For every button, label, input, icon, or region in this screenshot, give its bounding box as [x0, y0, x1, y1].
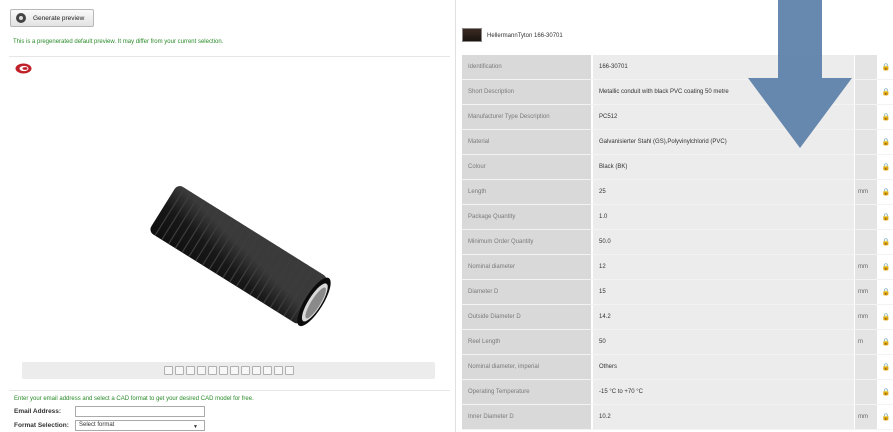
attribute-value: 14.2	[593, 305, 854, 329]
attribute-unit: mm	[855, 305, 877, 329]
attribute-label: Material	[462, 130, 591, 154]
iso-view-icon[interactable]	[240, 366, 250, 375]
lock-icon[interactable]: 🔒	[878, 255, 893, 279]
table-row: Outside Diameter D 14.2 mm 🔒	[462, 305, 893, 330]
preview-panel: Generate preview This is a pregenerated …	[0, 0, 452, 432]
lock-icon[interactable]: 🔒	[878, 330, 893, 354]
section-icon[interactable]	[262, 366, 272, 375]
3d-viewer[interactable]	[10, 58, 451, 388]
attribute-value: 12	[593, 255, 854, 279]
attribute-unit	[855, 230, 877, 254]
zoom-icon[interactable]	[174, 366, 184, 375]
attribute-label: Operating Temperature	[462, 380, 591, 404]
divider	[9, 390, 450, 391]
product-thumbnail	[462, 28, 482, 42]
attribute-unit: m	[855, 330, 877, 354]
attribute-unit: mm	[855, 280, 877, 304]
pan-icon[interactable]	[185, 366, 195, 375]
attribute-value: 15	[593, 280, 854, 304]
front-view-icon[interactable]	[207, 366, 217, 375]
attribute-value: Others	[593, 355, 854, 379]
attribute-value: 1.0	[593, 205, 854, 229]
viewer-toolbar	[22, 362, 435, 379]
attribute-label: Inner Diameter D	[462, 405, 591, 429]
table-row: Length 25 mm 🔒	[462, 180, 893, 205]
table-row: Colour Black (BK) 🔒	[462, 155, 893, 180]
attribute-unit	[855, 380, 877, 404]
attribute-value: 25	[593, 180, 854, 204]
measure-icon[interactable]	[251, 366, 261, 375]
table-row: Inner Diameter D 10.2 mm 🔒	[462, 405, 893, 430]
attribute-value: 10.2	[593, 405, 854, 429]
attribute-unit	[855, 205, 877, 229]
lock-icon[interactable]: 🔒	[878, 105, 893, 129]
refresh-icon	[16, 13, 26, 23]
lock-icon[interactable]: 🔒	[878, 180, 893, 204]
attribute-value: Black (BK)	[593, 155, 854, 179]
attribute-label: Short Description	[462, 80, 591, 104]
lock-icon[interactable]: 🔒	[878, 305, 893, 329]
email-label: Email Address:	[14, 408, 62, 415]
attribute-label: Reel Length	[462, 330, 591, 354]
chevron-down-icon: ▼	[193, 424, 198, 430]
lock-icon[interactable]: 🔒	[878, 205, 893, 229]
lock-icon[interactable]: 🔒	[878, 155, 893, 179]
generate-preview-button[interactable]: Generate preview	[10, 9, 94, 27]
lock-icon[interactable]: 🔒	[878, 130, 893, 154]
table-row: Package Quantity 1.0 🔒	[462, 205, 893, 230]
lock-icon[interactable]: 🔒	[878, 80, 893, 104]
lock-icon[interactable]: 🔒	[878, 280, 893, 304]
attribute-label: Outside Diameter D	[462, 305, 591, 329]
attribute-unit	[855, 155, 877, 179]
attribute-label: Diameter D	[462, 280, 591, 304]
generate-preview-label: Generate preview	[33, 14, 85, 22]
reset-icon[interactable]	[284, 366, 294, 375]
email-input[interactable]	[75, 406, 205, 417]
table-row: Operating Temperature -15 °C to +70 °C 🔒	[462, 380, 893, 405]
attribute-unit: mm	[855, 180, 877, 204]
format-select[interactable]: Select format ▼	[75, 420, 205, 431]
lock-icon[interactable]: 🔒	[878, 380, 893, 404]
divider	[9, 56, 450, 57]
conduit-3d-model	[150, 186, 331, 327]
attribute-unit: mm	[855, 405, 877, 429]
attribute-value: -15 °C to +70 °C	[593, 380, 854, 404]
side-view-icon[interactable]	[229, 366, 239, 375]
lock-icon[interactable]: 🔒	[878, 405, 893, 429]
top-view-icon[interactable]	[218, 366, 228, 375]
lock-icon[interactable]: 🔒	[878, 230, 893, 254]
format-select-value: Select format	[79, 422, 115, 428]
attribute-label: Length	[462, 180, 591, 204]
table-row: Nominal diameter, imperial Others 🔒	[462, 355, 893, 380]
attribute-unit	[855, 355, 877, 379]
help-icon[interactable]	[196, 366, 206, 375]
zoom-fit-icon[interactable]	[163, 366, 173, 375]
lock-icon[interactable]: 🔒	[878, 355, 893, 379]
attribute-label: Nominal diameter	[462, 255, 591, 279]
attribute-label: Colour	[462, 155, 591, 179]
lock-icon[interactable]: 🔒	[878, 55, 893, 79]
product-title: HellermannTyton 166-30701	[487, 33, 563, 39]
attribute-label: Identification	[462, 55, 591, 79]
attribute-label: Manufacturer Type Description	[462, 105, 591, 129]
attribute-label: Nominal diameter, imperial	[462, 355, 591, 379]
table-row: Nominal diameter 12 mm 🔒	[462, 255, 893, 280]
attribute-value: 50	[593, 330, 854, 354]
preview-note: This is a pregenerated default preview. …	[13, 39, 224, 45]
attribute-label: Minimum Order Quantity	[462, 230, 591, 254]
attribute-unit: mm	[855, 255, 877, 279]
attribute-label: Package Quantity	[462, 205, 591, 229]
attribute-value: 50.0	[593, 230, 854, 254]
table-row: Reel Length 50 m 🔒	[462, 330, 893, 355]
rotate-icon[interactable]	[273, 366, 283, 375]
format-label: Format Selection:	[14, 422, 69, 429]
email-info-text: Enter your email address and select a CA…	[14, 396, 254, 402]
table-row: Minimum Order Quantity 50.0 🔒	[462, 230, 893, 255]
table-row: Diameter D 15 mm 🔒	[462, 280, 893, 305]
down-arrow-icon	[748, 0, 852, 148]
